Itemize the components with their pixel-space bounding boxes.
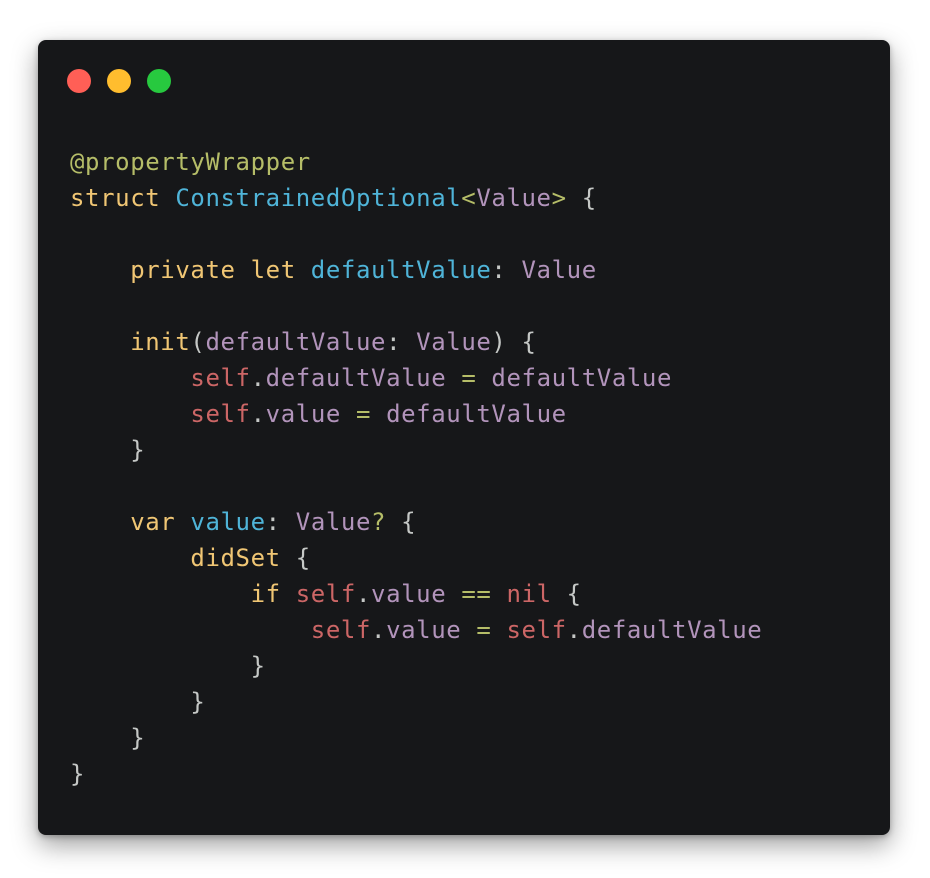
code-token-keyword: var: [130, 508, 191, 536]
code-token-variable: defaultValue: [491, 364, 673, 392]
code-line: }: [70, 756, 762, 792]
code-token-default: :: [386, 328, 417, 356]
code-token-keyword: struct: [70, 184, 176, 212]
code-token-keyword: private let: [130, 256, 311, 284]
code-token-operator: ==: [446, 580, 507, 608]
code-line: struct ConstrainedOptional<Value> {: [70, 180, 762, 216]
code-token-default: [70, 544, 190, 572]
code-token-default: ) {: [491, 328, 537, 356]
code-token-default: .: [250, 400, 266, 428]
code-token-default: {: [386, 508, 417, 536]
code-token-default: {: [566, 184, 597, 212]
code-token-default: [70, 508, 130, 536]
code-line: self.value = defaultValue: [70, 396, 762, 432]
code-line: self.value = self.defaultValue: [70, 612, 762, 648]
code-line: }: [70, 720, 762, 756]
code-token-variable: Value: [476, 184, 552, 212]
code-token-attribute: ?: [371, 508, 387, 536]
code-token-self: self: [310, 616, 371, 644]
code-line: }: [70, 432, 762, 468]
code-line: var value: Value? {: [70, 504, 762, 540]
code-token-default: {: [280, 544, 311, 572]
code-block: @propertyWrapper struct ConstrainedOption…: [70, 144, 762, 792]
code-token-default: .: [566, 616, 582, 644]
code-token-variable: defaultValue: [265, 364, 447, 392]
code-line: private let defaultValue: Value: [70, 252, 762, 288]
code-token-identifier: defaultValue: [310, 256, 492, 284]
code-line: didSet {: [70, 540, 762, 576]
code-token-self: self: [190, 400, 251, 428]
code-window: @propertyWrapper struct ConstrainedOption…: [38, 40, 890, 835]
code-token-default: {: [551, 580, 582, 608]
code-token-default: }: [70, 724, 146, 752]
code-token-self: nil: [506, 580, 552, 608]
code-line: ​: [70, 288, 762, 324]
code-token-keyword: didSet: [190, 544, 281, 572]
code-token-default: [70, 400, 190, 428]
code-token-default: :: [265, 508, 296, 536]
code-token-attribute: <: [461, 184, 477, 212]
zoom-button[interactable]: [147, 69, 171, 93]
close-button[interactable]: [67, 69, 91, 93]
code-token-default: .: [250, 364, 266, 392]
code-token-variable: Value: [416, 328, 492, 356]
code-token-self: self: [295, 580, 356, 608]
minimize-button[interactable]: [107, 69, 131, 93]
code-line: if self.value == nil {: [70, 576, 762, 612]
code-token-default: }: [70, 436, 146, 464]
code-token-variable: value: [371, 580, 447, 608]
code-token-default: [70, 616, 311, 644]
code-token-operator: =: [461, 616, 507, 644]
code-token-default: }: [70, 652, 266, 680]
code-token-keyword: init: [130, 328, 191, 356]
code-line: ​: [70, 216, 762, 252]
code-token-variable: defaultValue: [581, 616, 763, 644]
code-token-keyword: if: [250, 580, 296, 608]
code-token-variable: defaultValue: [386, 400, 567, 428]
code-token-default: }: [70, 760, 86, 788]
code-token-default: [70, 580, 251, 608]
code-line: }: [70, 648, 762, 684]
code-token-default: [70, 364, 190, 392]
code-token-attribute: >: [551, 184, 567, 212]
code-token-default: [70, 328, 130, 356]
code-token-variable: defaultValue: [205, 328, 387, 356]
code-token-default: :: [491, 256, 522, 284]
code-token-attribute: @propertyWrapper: [70, 148, 311, 176]
code-line: ​: [70, 468, 762, 504]
code-token-default: (: [190, 328, 206, 356]
code-token-variable: Value: [521, 256, 597, 284]
code-token-identifier: ConstrainedOptional: [175, 184, 462, 212]
code-token-default: }: [70, 688, 206, 716]
code-token-identifier: value: [190, 508, 266, 536]
code-token-default: [70, 256, 130, 284]
code-token-operator: =: [340, 400, 387, 428]
code-token-variable: value: [265, 400, 341, 428]
window-controls: [67, 69, 171, 93]
code-token-variable: Value: [295, 508, 372, 536]
code-token-operator: =: [446, 364, 492, 392]
code-token-default: .: [355, 580, 372, 608]
code-token-variable: value: [386, 616, 462, 644]
code-token-self: self: [506, 616, 567, 644]
code-line: @propertyWrapper: [70, 144, 762, 180]
code-token-self: self: [190, 364, 251, 392]
code-line: }: [70, 684, 762, 720]
code-token-default: .: [371, 616, 387, 644]
code-line: self.defaultValue = defaultValue: [70, 360, 762, 396]
code-line: init(defaultValue: Value) {: [70, 324, 762, 360]
